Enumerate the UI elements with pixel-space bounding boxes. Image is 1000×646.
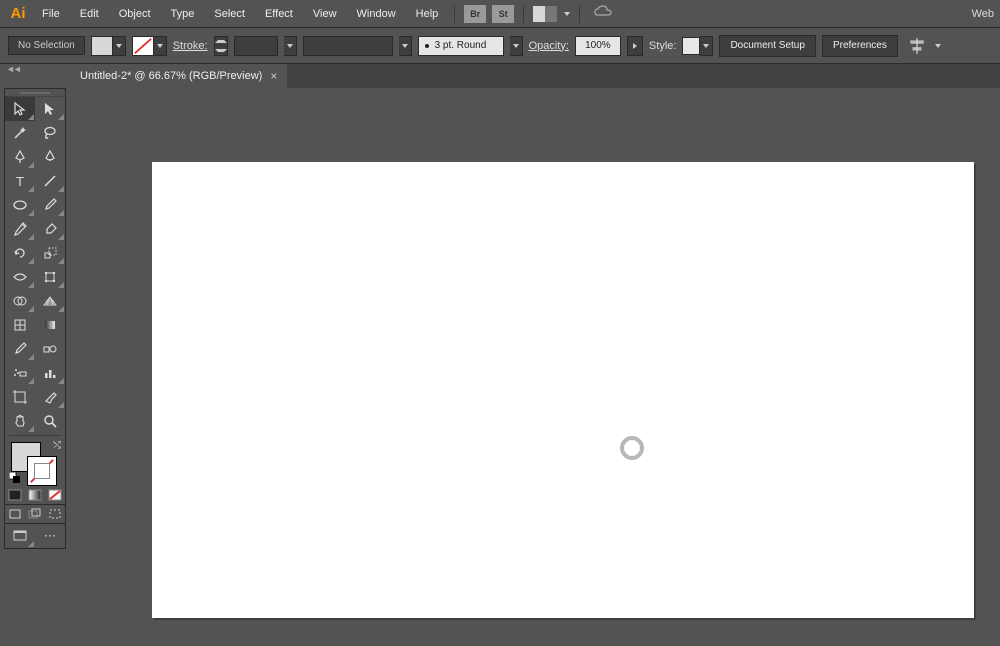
shape-builder-tool[interactable]	[5, 289, 35, 313]
menu-file[interactable]: File	[32, 0, 70, 28]
opacity-dropdown[interactable]	[627, 36, 643, 56]
work-area	[70, 88, 1000, 646]
eyedropper-tool[interactable]	[5, 337, 35, 361]
separator	[523, 5, 524, 23]
opacity-label[interactable]: Opacity:	[529, 40, 569, 52]
svg-text:T: T	[16, 174, 24, 189]
pen-tool[interactable]	[5, 145, 35, 169]
document-tab-title: Untitled-2* @ 66.67% (RGB/Preview)	[80, 70, 262, 82]
menu-edit[interactable]: Edit	[70, 0, 109, 28]
menu-effect[interactable]: Effect	[255, 0, 303, 28]
workspace-switcher[interactable]: Web	[972, 8, 996, 20]
screen-mode-button[interactable]	[5, 524, 35, 548]
style-label[interactable]: Style:	[649, 40, 677, 52]
document-setup-button[interactable]: Document Setup	[719, 35, 816, 57]
bridge-launch-button[interactable]: Br	[464, 5, 486, 23]
stroke-swatch-dropdown[interactable]	[132, 36, 167, 56]
collapse-panels-icon[interactable]: ◄◄	[6, 64, 20, 74]
graphic-style-dropdown[interactable]	[682, 36, 713, 56]
eraser-tool[interactable]	[35, 217, 65, 241]
hand-tool[interactable]	[5, 409, 35, 433]
tools-panel-grip[interactable]	[5, 89, 65, 97]
rotate-tool[interactable]	[5, 241, 35, 265]
draw-behind[interactable]	[25, 505, 45, 523]
app-logo: Ai	[4, 0, 32, 28]
selection-indicator: No Selection	[8, 36, 85, 55]
document-tab[interactable]: Untitled-2* @ 66.67% (RGB/Preview) ×	[70, 64, 287, 88]
selection-tool[interactable]	[5, 97, 35, 121]
brush-definition-dropdown[interactable]	[510, 36, 523, 56]
paintbrush-tool[interactable]	[35, 193, 65, 217]
lasso-tool[interactable]	[35, 121, 65, 145]
menu-window[interactable]: Window	[347, 0, 406, 28]
opacity-field[interactable]: 100%	[575, 36, 621, 56]
mesh-tool[interactable]	[5, 313, 35, 337]
artboard[interactable]	[152, 162, 974, 618]
ellipse-object[interactable]	[620, 436, 644, 460]
stock-launch-button[interactable]: St	[492, 5, 514, 23]
slice-tool[interactable]	[35, 385, 65, 409]
control-bar: No Selection Stroke: 3 pt. Round Opacity…	[0, 28, 1000, 64]
variable-width-dropdown[interactable]	[399, 36, 412, 56]
direct-selection-tool[interactable]	[35, 97, 65, 121]
color-mode-solid[interactable]	[5, 486, 25, 504]
close-tab-icon[interactable]: ×	[270, 69, 277, 83]
pencil-tool[interactable]	[5, 217, 35, 241]
column-graph-tool[interactable]	[35, 361, 65, 385]
magic-wand-tool[interactable]	[5, 121, 35, 145]
edit-toolbar-button[interactable]: ⋯	[35, 524, 65, 548]
document-tab-strip: Untitled-2* @ 66.67% (RGB/Preview) ×	[70, 64, 1000, 88]
preferences-button[interactable]: Preferences	[822, 35, 898, 57]
color-mode-none[interactable]	[45, 486, 65, 504]
arrange-documents-button[interactable]	[533, 6, 557, 22]
menu-select[interactable]: Select	[204, 0, 255, 28]
draw-normal[interactable]	[5, 505, 25, 523]
zoom-tool[interactable]	[35, 409, 65, 433]
gradient-tool[interactable]	[35, 313, 65, 337]
menu-bar: Ai File Edit Object Type Select Effect V…	[0, 0, 1000, 28]
blend-tool[interactable]	[35, 337, 65, 361]
free-transform-tool[interactable]	[35, 265, 65, 289]
arrange-documents-dropdown[interactable]	[560, 4, 573, 24]
type-tool[interactable]: T	[5, 169, 35, 193]
separator	[579, 5, 580, 23]
stroke-weight-spinner[interactable]	[214, 36, 228, 56]
swap-fill-stroke-icon[interactable]: ⤭	[53, 440, 61, 451]
stroke-swatch[interactable]	[27, 456, 57, 486]
artboard-tool[interactable]	[5, 385, 35, 409]
tools-panel: T ⤭	[4, 88, 66, 549]
color-mode-gradient[interactable]	[25, 486, 45, 504]
separator	[454, 5, 455, 23]
width-tool[interactable]	[5, 265, 35, 289]
fill-stroke-control[interactable]: ⤭	[5, 438, 65, 486]
align-panel-icon[interactable]	[908, 37, 926, 55]
menu-help[interactable]: Help	[406, 0, 449, 28]
menu-object[interactable]: Object	[109, 0, 161, 28]
stroke-label[interactable]: Stroke:	[173, 40, 208, 52]
perspective-grid-tool[interactable]	[35, 289, 65, 313]
symbol-sprayer-tool[interactable]	[5, 361, 35, 385]
stroke-weight-dropdown[interactable]	[284, 36, 297, 56]
curvature-tool[interactable]	[35, 145, 65, 169]
gpu-performance-icon[interactable]	[594, 5, 612, 22]
draw-mode-row	[5, 505, 65, 523]
default-fill-stroke-icon[interactable]	[9, 472, 21, 484]
align-panel-dropdown[interactable]	[932, 36, 945, 56]
stroke-weight-field[interactable]	[234, 36, 278, 56]
scale-tool[interactable]	[35, 241, 65, 265]
menu-type[interactable]: Type	[161, 0, 205, 28]
menu-view[interactable]: View	[303, 0, 347, 28]
line-segment-tool[interactable]	[35, 169, 65, 193]
ellipse-tool[interactable]	[5, 193, 35, 217]
draw-inside[interactable]	[45, 505, 65, 523]
variable-width-profile[interactable]	[303, 36, 393, 56]
brush-definition[interactable]: 3 pt. Round	[418, 36, 504, 56]
brush-definition-label: 3 pt. Round	[435, 40, 487, 51]
color-mode-row	[5, 486, 65, 504]
fill-swatch-dropdown[interactable]	[91, 36, 126, 56]
